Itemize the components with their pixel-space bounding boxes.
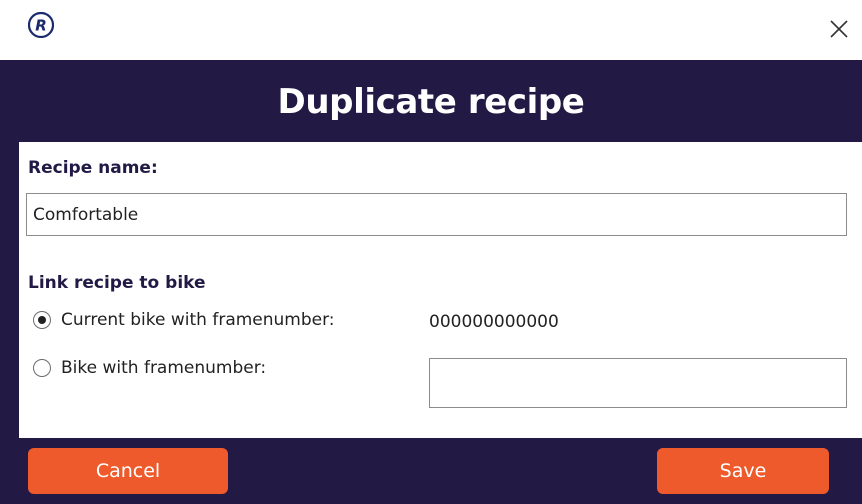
other-bike-radio[interactable] — [33, 359, 51, 377]
current-framenumber-value: 000000000000 — [429, 312, 559, 332]
r-circle-logo-icon: R — [28, 12, 54, 38]
dialog-title: Duplicate recipe — [277, 82, 585, 122]
form-panel: Recipe name: Link recipe to bike Current… — [19, 142, 862, 438]
svg-text:R: R — [35, 16, 47, 34]
dialog-footer: Cancel Save — [0, 438, 862, 504]
current-bike-radio[interactable] — [33, 311, 51, 329]
dialog-content: Recipe name: Link recipe to bike Current… — [0, 142, 862, 438]
save-button[interactable]: Save — [657, 448, 829, 494]
link-recipe-label: Link recipe to bike — [28, 273, 206, 293]
other-bike-label: Bike with framenumber: — [61, 358, 267, 378]
other-bike-option[interactable]: Bike with framenumber: — [33, 358, 266, 378]
duplicate-recipe-window: R Duplicate recipe Recipe name: Link rec… — [0, 0, 862, 504]
current-bike-label: Current bike with framenumber: — [61, 310, 335, 330]
recipe-name-label: Recipe name: — [28, 158, 158, 178]
cancel-button[interactable]: Cancel — [28, 448, 228, 494]
dialog-header: Duplicate recipe — [0, 60, 862, 142]
title-bar: R — [0, 0, 862, 60]
framenumber-input[interactable] — [429, 358, 847, 408]
recipe-name-input[interactable] — [26, 193, 847, 236]
close-icon[interactable] — [826, 16, 852, 42]
current-bike-option[interactable]: Current bike with framenumber: — [33, 310, 335, 330]
